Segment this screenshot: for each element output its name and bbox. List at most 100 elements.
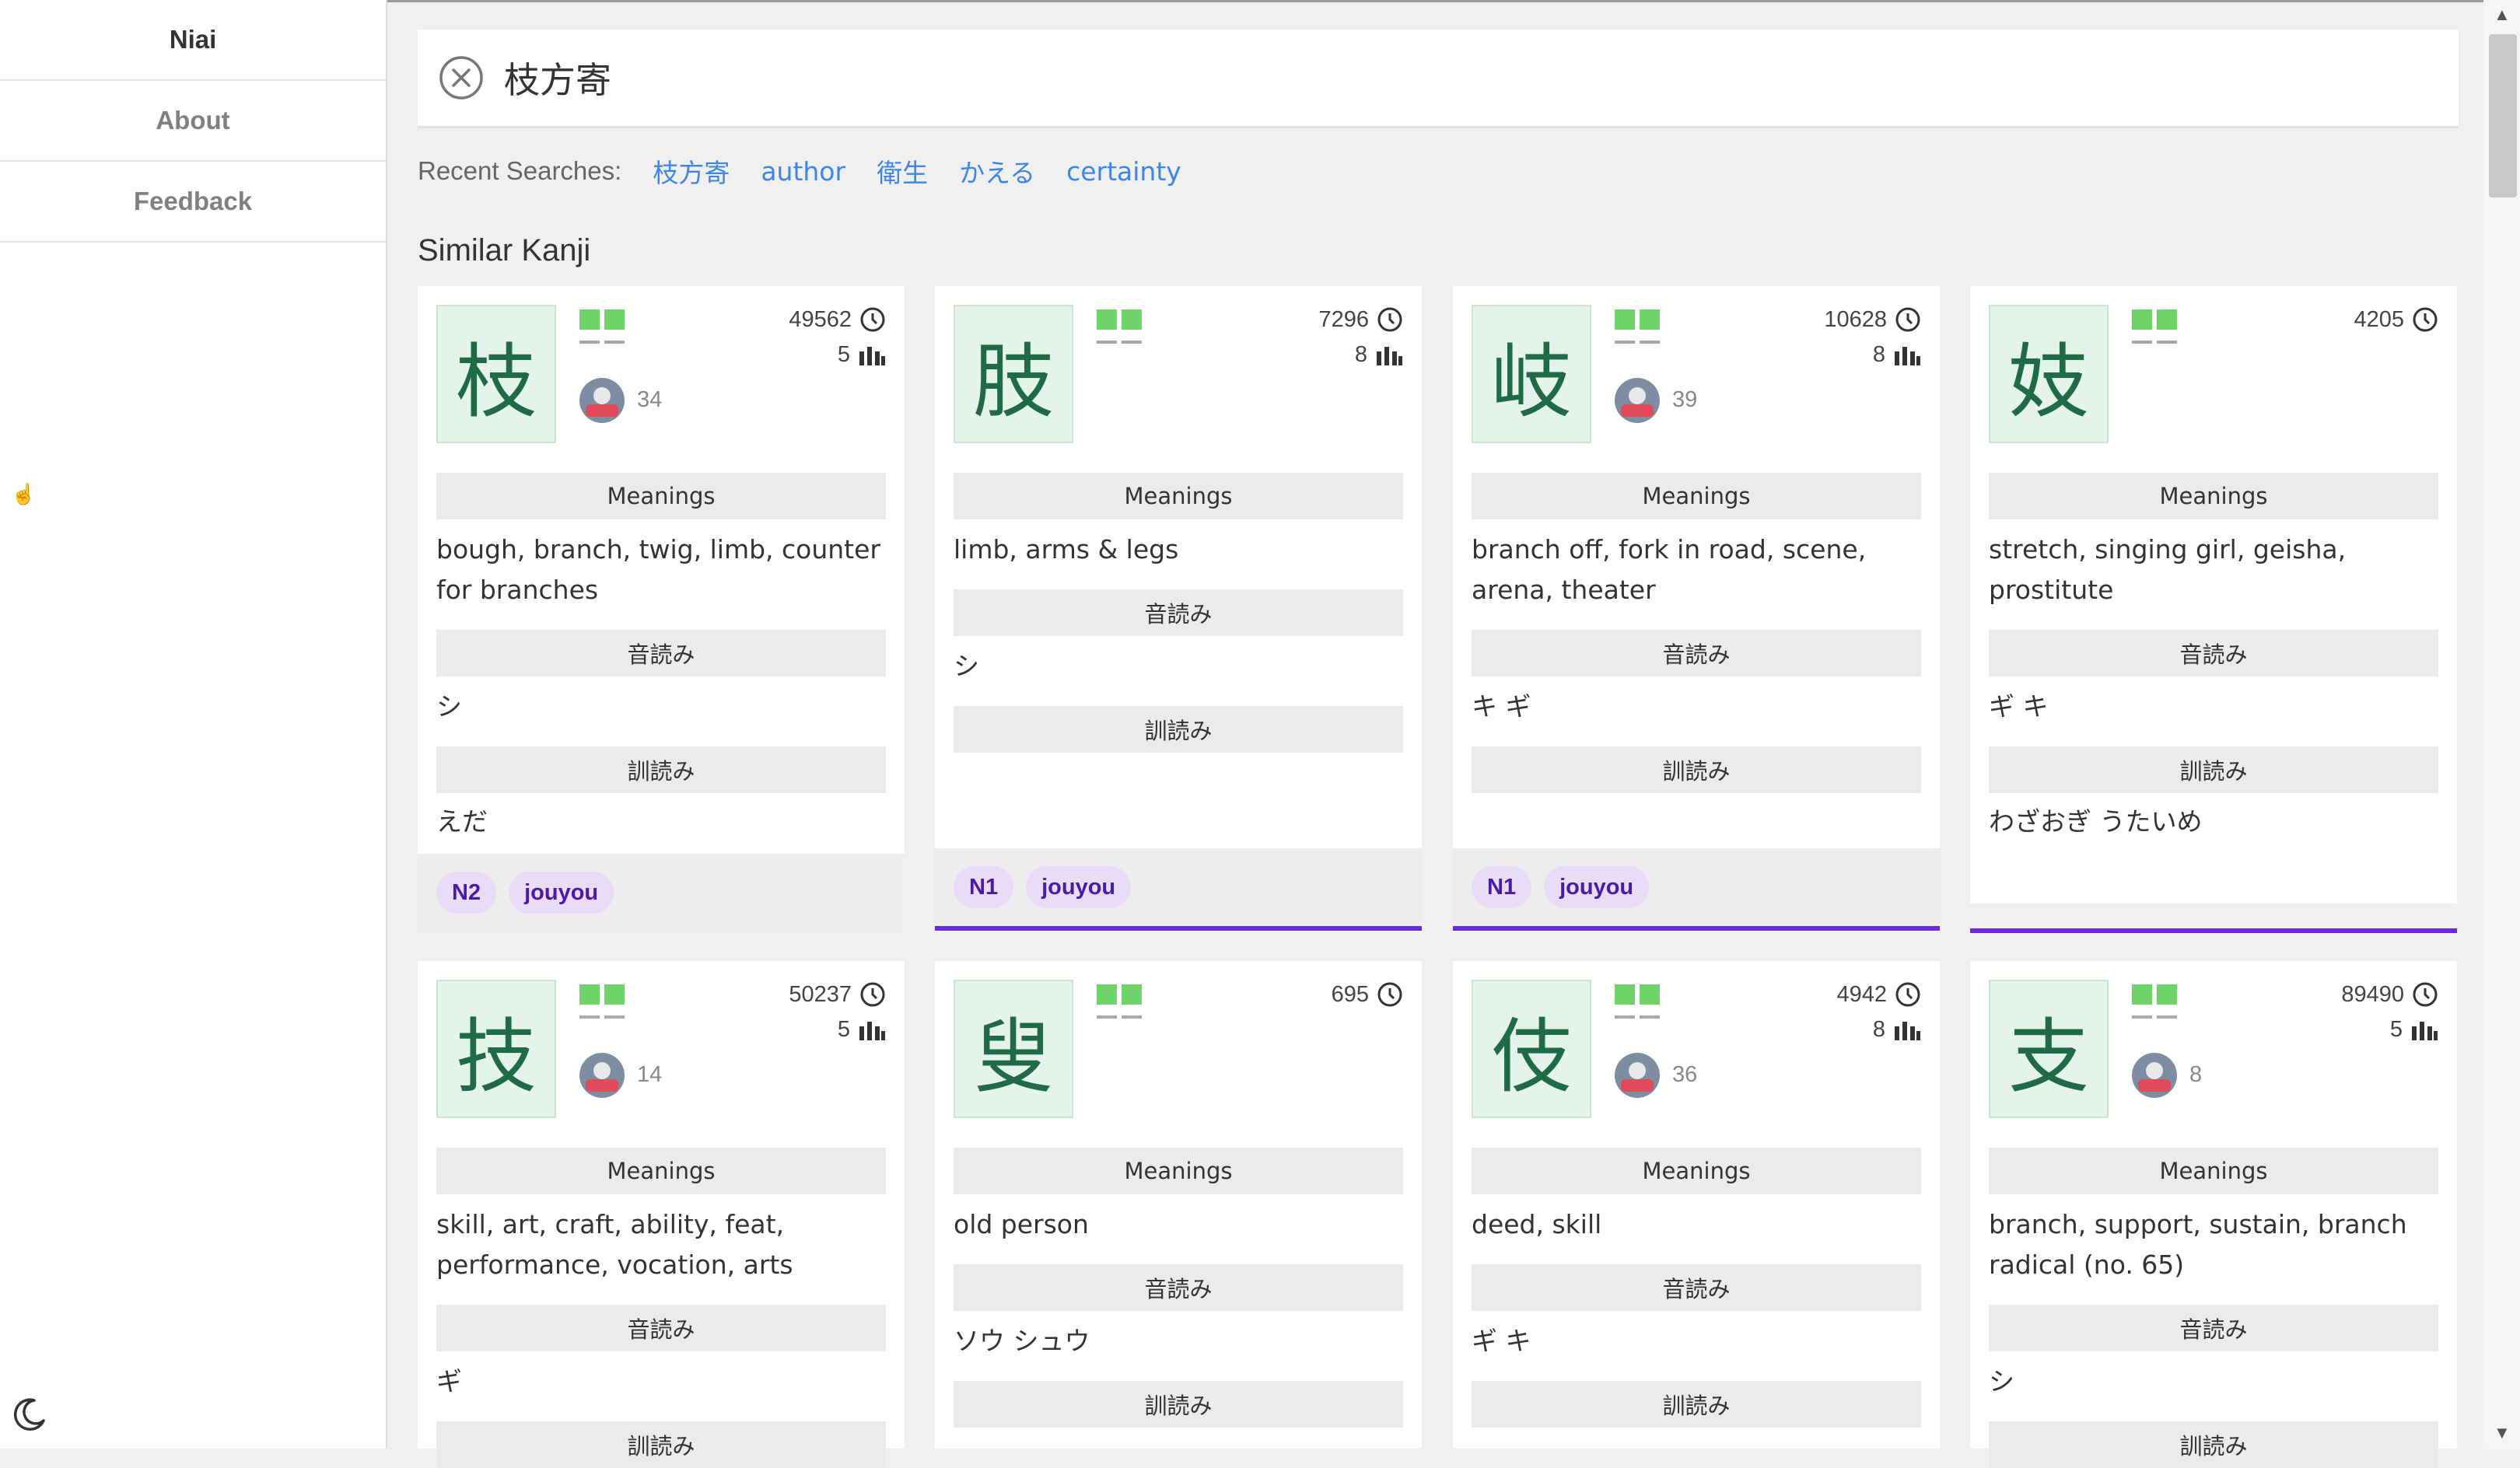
meanings-header: Meanings: [436, 1148, 886, 1194]
kanji-card[interactable]: 叟 695 Meanings old person 音読み ソウ シュウ 訓読み: [935, 961, 1422, 1449]
onyomi-header: 音読み: [436, 630, 886, 676]
kunyomi-header: 訓読み: [1472, 1381, 1921, 1428]
scroll-up-arrow-icon[interactable]: ▲: [2494, 5, 2511, 25]
meanings-text: deed, skill: [1472, 1209, 1602, 1239]
recent-search-link[interactable]: 衛生: [877, 152, 928, 190]
jlpt-tag: N1: [954, 866, 1014, 908]
kanji-character[interactable]: 伎: [1472, 980, 1591, 1118]
avatar-count: 34: [637, 387, 663, 412]
clock-icon: [1377, 982, 1402, 1007]
open-book-icon: [1097, 309, 1142, 344]
kanji-card[interactable]: 妓 4205 Meanings stretch, singing girl, g…: [1970, 286, 2457, 933]
clock-icon: [2413, 982, 2438, 1007]
onyomi-header: 音読み: [1472, 1264, 1921, 1311]
meanings-text: bough, branch, twig, limb, counter for b…: [436, 534, 880, 605]
jouyou-tag: jouyou: [1544, 866, 1650, 908]
kanji-character[interactable]: 支: [1989, 980, 2109, 1118]
onyomi-header: 音読み: [1472, 630, 1921, 676]
onyomi-text: シ: [954, 651, 979, 681]
clock-icon: [2413, 307, 2438, 332]
frequency-value: 89490: [2341, 981, 2404, 1007]
kanji-character[interactable]: 技: [436, 980, 556, 1118]
onyomi-header: 音読み: [1989, 1305, 2438, 1351]
frequency: 7296: [1318, 306, 1403, 333]
tag-list: N2 jouyou: [418, 854, 905, 931]
jlpt-tag: N1: [1472, 866, 1532, 908]
tag-list: N1 jouyou: [935, 848, 1422, 931]
meanings-header: Meanings: [954, 1148, 1403, 1194]
kunyomi-text: わざおぎ うたいめ: [1989, 806, 2203, 837]
clock-icon: [1895, 982, 1920, 1007]
frequency: 49562: [789, 306, 886, 333]
kanji-card[interactable]: 枝 34 49562 5 Meanings bough, branch, twi…: [418, 286, 905, 931]
stroke-count-value: 5: [837, 342, 850, 367]
meanings-text: skill, art, craft, ability, feat, perfor…: [436, 1209, 793, 1280]
sidebar: Niai About Feedback: [0, 0, 387, 1449]
clock-icon: [1377, 307, 1402, 332]
brush-icon: [859, 1021, 885, 1040]
recent-search-link[interactable]: かえる: [959, 152, 1035, 190]
open-book-icon: [2132, 309, 2177, 344]
kunyomi-header: 訓読み: [954, 706, 1403, 753]
kunyomi-header: 訓読み: [1989, 1421, 2438, 1468]
kanji-character[interactable]: 枝: [436, 305, 556, 443]
onyomi-header: 音読み: [954, 1264, 1403, 1311]
card-underline: [1970, 928, 2457, 933]
sidebar-item-feedback[interactable]: Feedback: [0, 162, 386, 243]
avatar-count: 39: [1672, 387, 1698, 412]
kanji-card[interactable]: 肢 7296 8 Meanings limb, arms & legs 音読み …: [935, 286, 1422, 931]
recent-searches-label: Recent Searches:: [418, 156, 622, 185]
clear-search-icon[interactable]: [439, 55, 484, 100]
stroke-count: 8: [1355, 342, 1403, 368]
kanji-character[interactable]: 岐: [1472, 305, 1591, 443]
brush-icon: [1895, 346, 1920, 365]
search-bar: 枝方寄: [418, 30, 2459, 128]
sidebar-item-about[interactable]: About: [0, 81, 386, 162]
meanings-text: old person: [954, 1209, 1089, 1239]
kanji-character[interactable]: 叟: [954, 980, 1073, 1118]
scrollbar-track[interactable]: [2483, 0, 2520, 1449]
open-book-icon: [1615, 309, 1660, 344]
recent-search-link[interactable]: author: [761, 156, 845, 187]
frequency-value: 4942: [1836, 981, 1887, 1007]
frequency: 10628: [1824, 306, 1921, 333]
meanings-header: Meanings: [1989, 473, 2438, 519]
sidebar-brand[interactable]: Niai: [0, 0, 386, 81]
kanji-character[interactable]: 妓: [1989, 305, 2109, 443]
meanings-text: branch off, fork in road, scene, arena, …: [1472, 534, 1867, 605]
kanji-character[interactable]: 肢: [954, 305, 1073, 443]
onyomi-text: シ: [436, 691, 462, 722]
open-book-icon: [579, 309, 625, 344]
meanings-header: Meanings: [1472, 1148, 1921, 1194]
dark-mode-moon-icon[interactable]: [11, 1396, 48, 1433]
open-book-icon: [579, 984, 625, 1019]
meanings-header: Meanings: [1989, 1148, 2438, 1194]
kanji-card[interactable]: 支 8 89490 5 Meanings branch, support, su…: [1970, 961, 2457, 1468]
meanings-text: branch, support, sustain, branch radical…: [1989, 1209, 2407, 1280]
scrollbar-thumb[interactable]: [2489, 34, 2517, 197]
kanji-card[interactable]: 伎 36 4942 8 Meanings deed, skill 音読み ギ キ…: [1453, 961, 1940, 1449]
tag-list: N1 jouyou: [1453, 848, 1940, 931]
avatar-count: 8: [2189, 1062, 2203, 1087]
avatar: [1615, 1053, 1660, 1098]
open-book-icon: [1097, 984, 1142, 1019]
kanji-card[interactable]: 岐 39 10628 8 Meanings branch off, fork i…: [1453, 286, 1940, 931]
section-title: Similar Kanji: [418, 233, 591, 267]
search-input[interactable]: 枝方寄: [504, 52, 611, 103]
onyomi-header: 音読み: [954, 589, 1403, 636]
frequency: 4205: [2354, 306, 2438, 333]
clock-icon: [860, 307, 885, 332]
stroke-count-value: 5: [837, 1017, 850, 1042]
clock-icon: [1895, 307, 1920, 332]
meanings-header: Meanings: [954, 473, 1403, 519]
onyomi-text: ソウ シュウ: [954, 1326, 1090, 1356]
onyomi-text: シ: [1989, 1366, 2014, 1396]
recent-search-link[interactable]: certainty: [1066, 156, 1181, 187]
kunyomi-text: えだ: [436, 806, 488, 837]
scroll-down-arrow-icon[interactable]: ▼: [2494, 1423, 2511, 1443]
stroke-count: 5: [838, 1017, 886, 1043]
avatar: [1615, 378, 1660, 423]
onyomi-header: 音読み: [1989, 630, 2438, 676]
kanji-card[interactable]: 技 14 50237 5 Meanings skill, art, craft,…: [418, 961, 905, 1468]
recent-search-link[interactable]: 枝方寄: [653, 152, 730, 190]
